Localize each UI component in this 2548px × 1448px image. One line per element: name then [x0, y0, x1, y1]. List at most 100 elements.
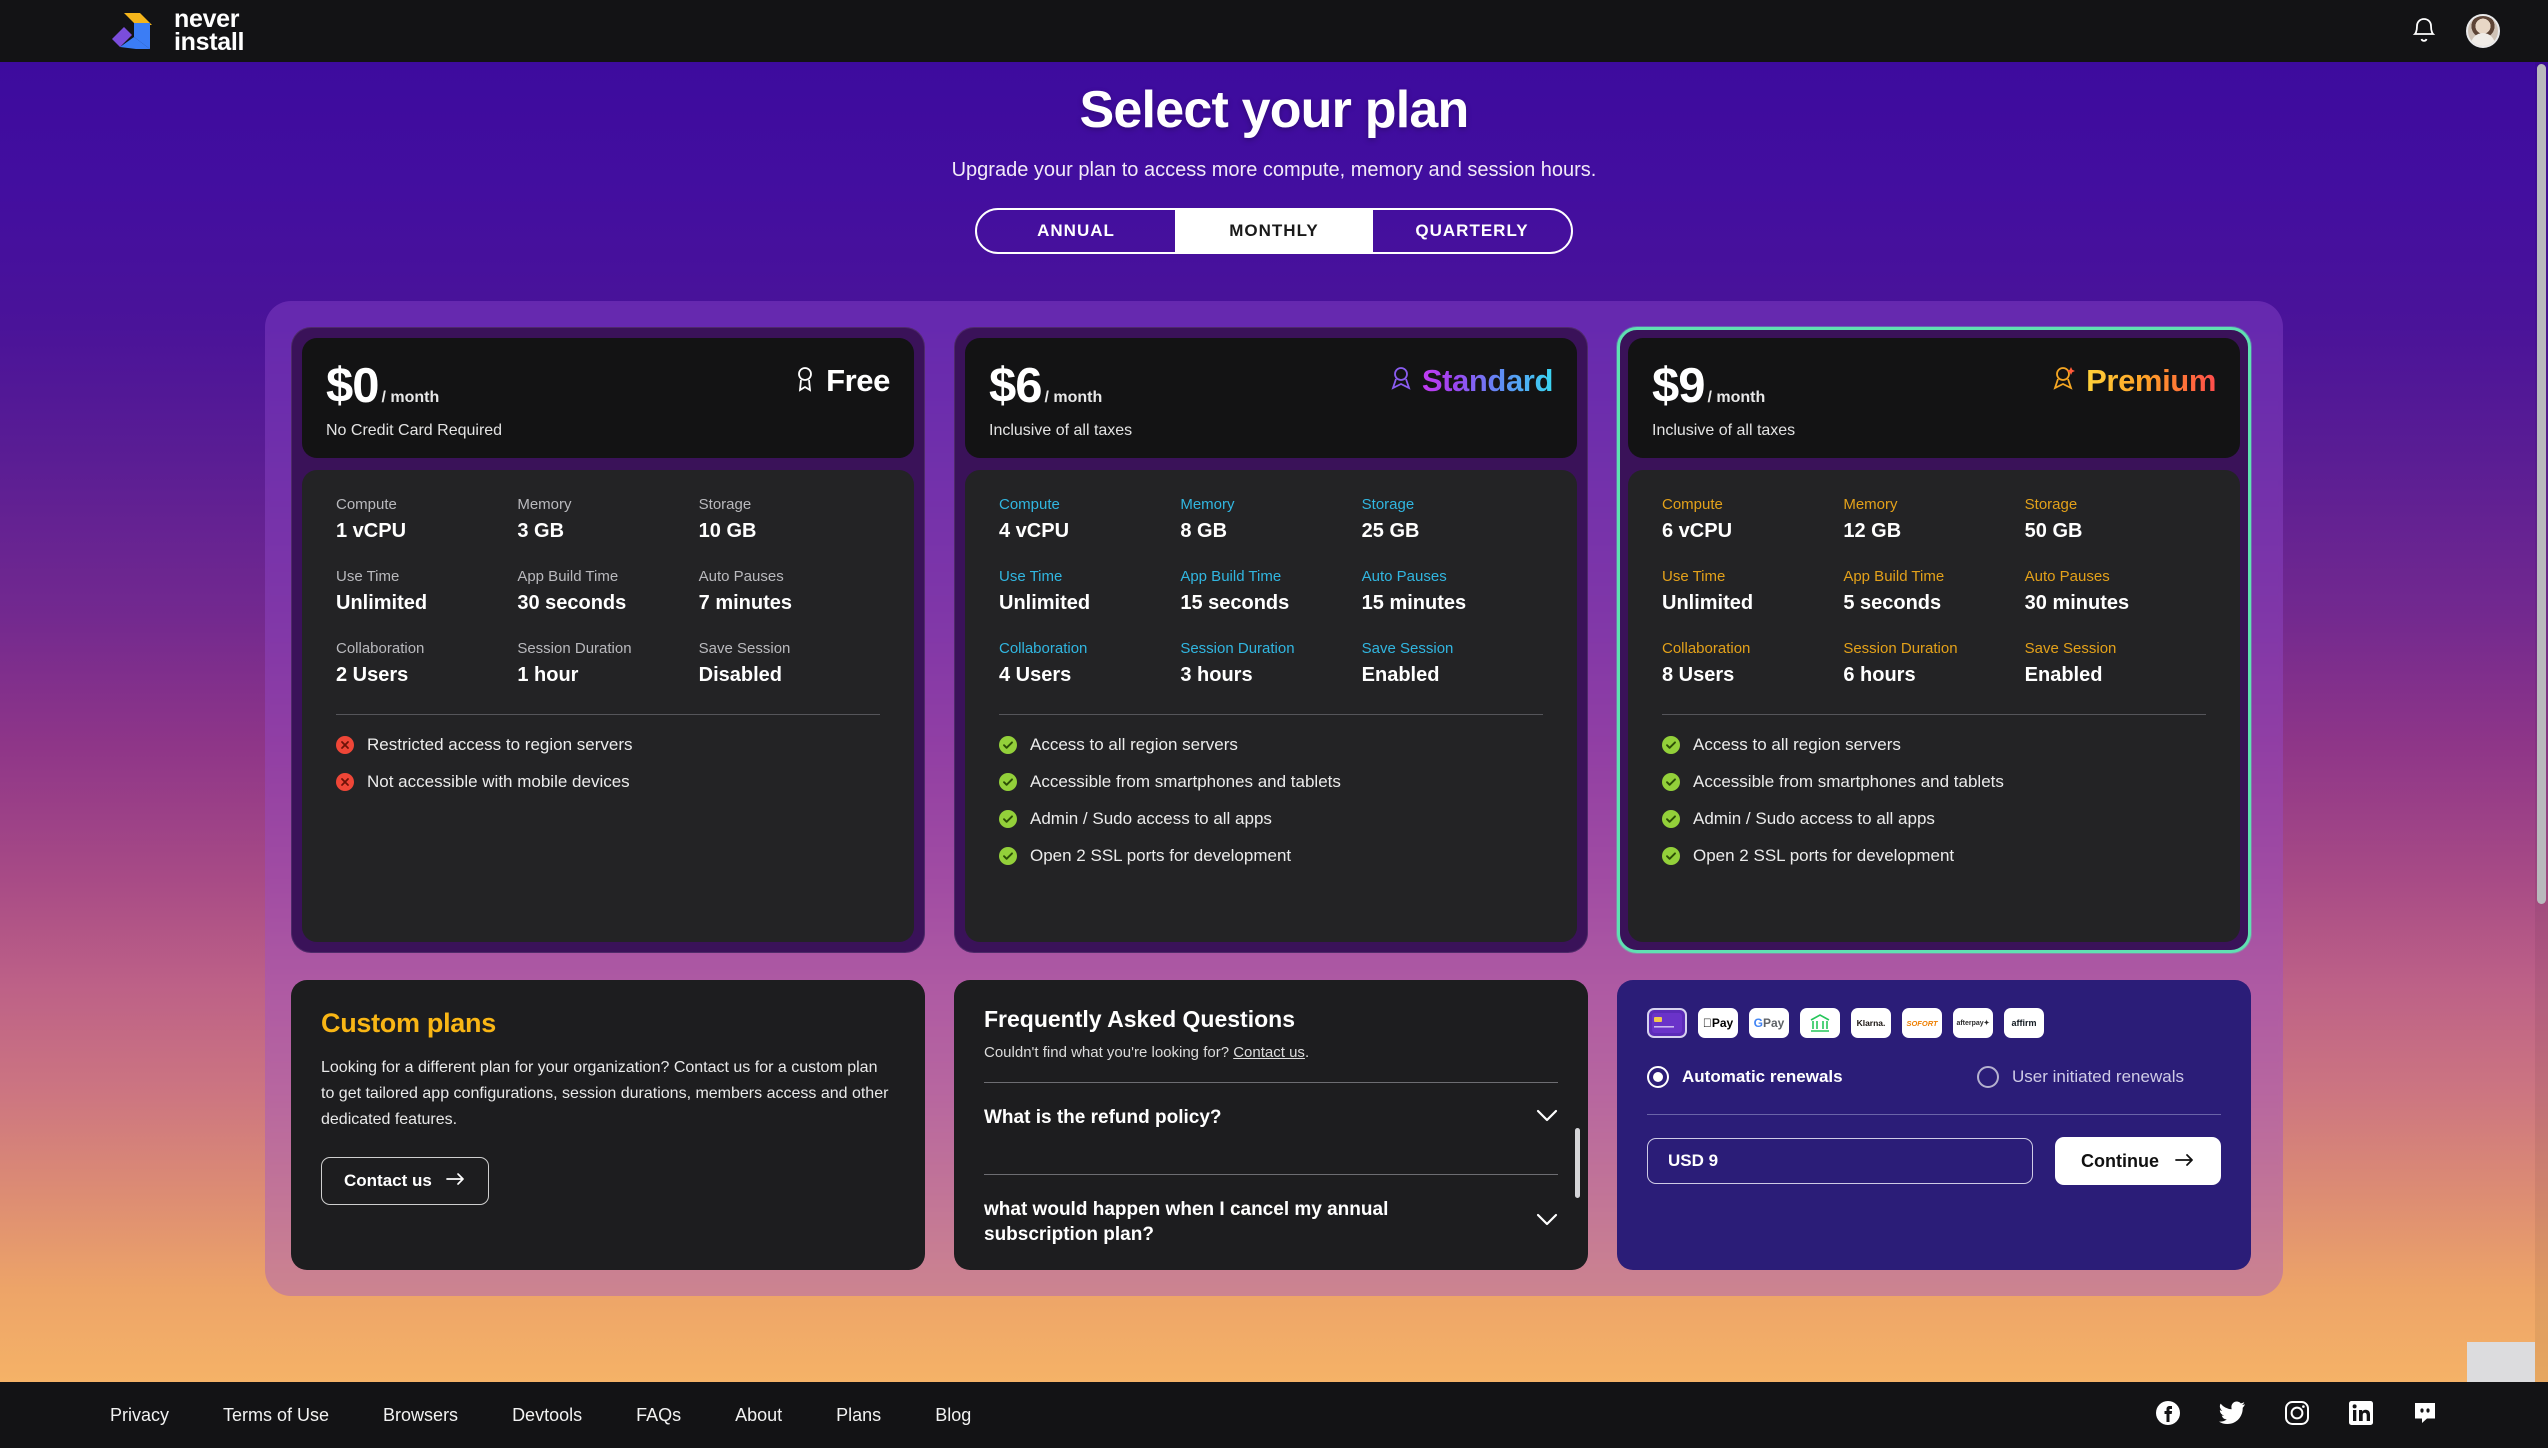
spec-grid-premium: Compute 6 vCPU Memory 12 GB Storage 50 GB U… [1662, 496, 2206, 687]
notification-bell-icon[interactable] [2410, 16, 2438, 46]
spec-label: Use Time [1662, 568, 1726, 585]
apple-pay-icon[interactable]: Pay [1698, 1008, 1738, 1038]
bank-transfer-icon[interactable] [1800, 1008, 1840, 1038]
page-scrollbar-thumb[interactable] [2537, 64, 2546, 904]
continue-button[interactable]: Continue [2055, 1137, 2221, 1185]
footer-link-browsers[interactable]: Browsers [383, 1405, 458, 1426]
instagram-icon[interactable] [2284, 1400, 2310, 1431]
feature-label: Admin / Sudo access to all apps [1693, 809, 1935, 828]
footer-link-about[interactable]: About [735, 1405, 782, 1426]
plan-body-free: Compute 1 vCPU Memory 3 GB Storage 10 GB Us… [302, 470, 914, 942]
spec-value: 1 hour [517, 664, 579, 686]
sofort-icon[interactable]: SOFORT [1902, 1008, 1942, 1038]
footer-link-blog[interactable]: Blog [935, 1405, 971, 1426]
chevron-down-icon[interactable] [1536, 1109, 1558, 1127]
twitter-icon[interactable] [2219, 1400, 2246, 1430]
feature-label: Access to all region servers [1030, 735, 1238, 754]
credit-card-icon[interactable] [1647, 1008, 1687, 1038]
top-navigation-bar: never install [0, 0, 2548, 62]
feature-item: Access to all region servers [999, 735, 1543, 755]
spec-value: 3 GB [517, 520, 565, 542]
footer-link-devtools[interactable]: Devtools [512, 1405, 582, 1426]
spec-value: 25 GB [1361, 520, 1420, 542]
feature-label: Open 2 SSL ports for development [1030, 846, 1292, 865]
check-circle-icon [1662, 773, 1680, 791]
checkout-footer: USD 9 Continue [1647, 1137, 2221, 1185]
plan-card-premium[interactable]: $9 / month Inclusive of all taxes Premiu… [1617, 327, 2251, 953]
billing-cycle-monthly[interactable]: MONTHLY [1175, 210, 1373, 252]
chevron-down-icon[interactable] [1536, 1213, 1558, 1231]
spec-label: Collaboration [336, 640, 425, 657]
spec-value: 15 minutes [1361, 592, 1467, 614]
radio-selected-icon[interactable] [1647, 1066, 1669, 1088]
afterpay-icon[interactable]: afterpay✦ [1953, 1008, 1993, 1038]
spec-value: 30 minutes [2024, 592, 2130, 614]
page-title: Select your plan [1079, 81, 1470, 139]
discord-icon[interactable] [2412, 1400, 2438, 1431]
spec-label: Compute [999, 496, 1060, 513]
affirm-icon[interactable]: affirm [2004, 1008, 2044, 1038]
google-pay-icon[interactable]: GPay [1749, 1008, 1789, 1038]
spec-value: 6 hours [1843, 664, 1916, 686]
faq-item-2[interactable]: what would happen when I cancel my annua… [984, 1175, 1558, 1270]
brand-logo[interactable]: never install [110, 7, 245, 56]
footer-link-privacy[interactable]: Privacy [110, 1405, 169, 1426]
spec-label: Use Time [336, 568, 400, 585]
secondary-row: Custom plans Looking for a different pla… [291, 980, 2257, 1270]
klarna-icon[interactable]: Klarna. [1851, 1008, 1891, 1038]
page-body: Select your plan Upgrade your plan to ac… [0, 62, 2548, 1382]
spec-value: Unlimited [999, 592, 1091, 614]
footer-link-terms-of-use[interactable]: Terms of Use [223, 1405, 329, 1426]
spec-collaboration-standard: Collaboration 4 Users [999, 640, 1180, 687]
facebook-icon[interactable] [2155, 1400, 2181, 1431]
faq-item-1[interactable]: What is the refund policy? [984, 1083, 1558, 1153]
check-circle-icon [999, 736, 1017, 754]
spec-use-time-premium: Use Time Unlimited [1662, 568, 1843, 615]
plan-period-standard: / month [1044, 389, 1103, 406]
spec-grid-standard: Compute 4 vCPU Memory 8 GB Storage 25 GB Us… [999, 496, 1543, 687]
check-circle-icon [1662, 810, 1680, 828]
spec-value: Unlimited [1662, 592, 1754, 614]
spec-label: Use Time [999, 568, 1063, 585]
faq-contact-link[interactable]: Contact us [1233, 1044, 1305, 1061]
linkedin-icon[interactable] [2348, 1400, 2374, 1431]
amount-input[interactable]: USD 9 [1647, 1138, 2033, 1184]
feature-label: Accessible from smartphones and tablets [1693, 772, 2004, 791]
contact-us-button[interactable]: Contact us [321, 1156, 489, 1205]
spec-value: Disabled [698, 664, 783, 686]
plan-card-standard[interactable]: $6 / month Inclusive of all taxes Standa… [954, 327, 1588, 953]
spec-storage-free: Storage 10 GB [699, 496, 880, 543]
custom-plans-card: Custom plans Looking for a different pla… [291, 980, 925, 1270]
faq-question: What is the refund policy? [984, 1107, 1222, 1128]
faq-scrollbar[interactable] [1575, 1128, 1580, 1198]
spec-label: Session Duration [1843, 640, 1958, 657]
radio-unselected-icon[interactable] [1977, 1066, 1999, 1088]
check-circle-icon [1662, 736, 1680, 754]
spec-use-time-standard: Use Time Unlimited [999, 568, 1180, 615]
footer-link-plans[interactable]: Plans [836, 1405, 881, 1426]
billing-cycle-quarterly[interactable]: QUARTERLY [1373, 210, 1571, 252]
feature-item: Open 2 SSL ports for development [1662, 846, 2206, 866]
plan-card-free[interactable]: $0 / month No Credit Card Required Free [291, 327, 925, 953]
brand-line-2: install [174, 28, 245, 56]
contact-us-label: Contact us [344, 1170, 432, 1190]
spec-save-session-premium: Save Session Enabled [2025, 640, 2206, 687]
renewal-option-automatic[interactable]: Automatic renewals [1647, 1066, 1977, 1088]
spec-label: Memory [1843, 496, 1898, 513]
renewal-option-user-initiated[interactable]: User initiated renewals [1977, 1066, 2184, 1088]
plan-tier-standard: Standard [1389, 363, 1553, 399]
billing-cycle-annual[interactable]: ANNUAL [977, 210, 1175, 252]
spec-session-duration-free: Session Duration 1 hour [517, 640, 698, 687]
feature-item: Admin / Sudo access to all apps [1662, 809, 2206, 829]
spec-compute-standard: Compute 4 vCPU [999, 496, 1180, 543]
spec-label: App Build Time [1843, 568, 1945, 585]
plan-body-premium: Compute 6 vCPU Memory 12 GB Storage 50 GB U… [1628, 470, 2240, 942]
feature-label: Accessible from smartphones and tablets [1030, 772, 1341, 791]
user-avatar[interactable] [2466, 14, 2500, 48]
billing-cycle-toggle[interactable]: ANNUAL MONTHLY QUARTERLY [975, 208, 1573, 254]
plan-tier-free: Free [793, 363, 890, 399]
feature-item: Open 2 SSL ports for development [999, 846, 1543, 866]
award-ribbon-star-icon [2051, 365, 2077, 398]
check-circle-icon [1662, 847, 1680, 865]
footer-link-faqs[interactable]: FAQs [636, 1405, 681, 1426]
